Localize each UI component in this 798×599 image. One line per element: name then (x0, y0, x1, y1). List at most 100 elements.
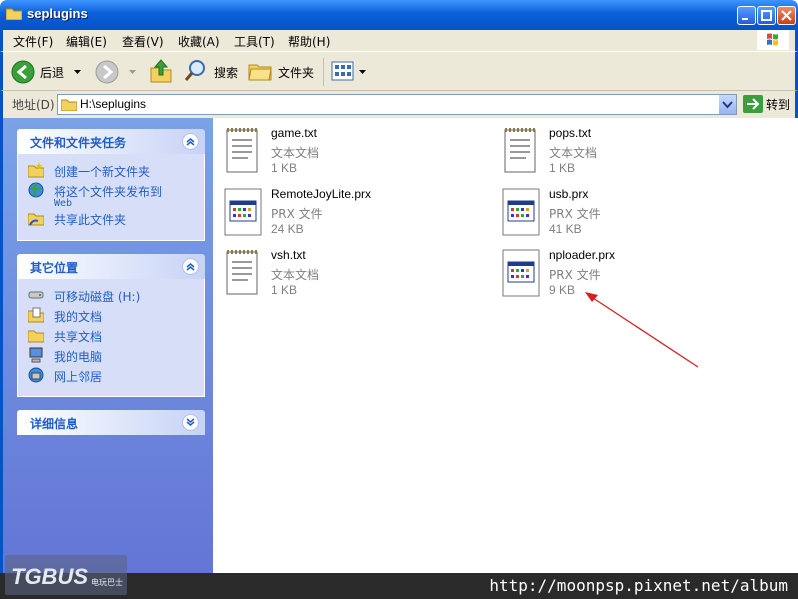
place-removable-disk[interactable]: 可移动磁盘 (H:) (18, 285, 204, 305)
details-panel-title: 详细信息 (30, 417, 79, 431)
go-label[interactable]: 转到 (766, 96, 790, 113)
file-name: vsh.txt (271, 248, 306, 262)
file-name: game.txt (271, 126, 318, 140)
tgbus-logo: TGBUS 电玩巴士 (5, 555, 127, 595)
file-item[interactable]: pops.txt 文本文档 1 KB (501, 126, 771, 182)
places-panel-header[interactable]: 其它位置 (17, 254, 205, 279)
place-label: 共享文档 (54, 330, 103, 344)
forward-button[interactable] (95, 58, 137, 86)
back-button[interactable]: 后退 (11, 58, 81, 86)
file-type: PRX 文件 (549, 207, 601, 221)
file-name: usb.prx (549, 187, 589, 201)
file-name: RemoteJoyLite.prx (271, 187, 372, 201)
file-type: PRX 文件 (271, 207, 323, 221)
expand-chevron-icon[interactable] (182, 414, 199, 431)
place-shared-documents[interactable]: 共享文档 (18, 325, 204, 345)
globe-icon (28, 182, 44, 198)
watermark-url: http://moonpsp.pixnet.net/album (489, 576, 788, 595)
folder-icon (61, 99, 77, 111)
window-title: seplugins (27, 6, 88, 21)
tasks-panel-title: 文件和文件夹任务 (30, 136, 127, 150)
file-size: 1 KB (549, 161, 576, 175)
back-arrow-icon (11, 60, 35, 84)
chevron-down-icon (722, 101, 733, 109)
address-bar: 地址(D) H:\seplugins 转到 (0, 91, 798, 118)
place-label: 我的电脑 (54, 350, 103, 364)
menu-bar: 文件(F) 编辑(E) 查看(V) 收藏(A) 工具(T) 帮助(H) (0, 30, 798, 51)
menu-file[interactable]: 文件(F) (13, 33, 53, 50)
file-item[interactable]: vsh.txt 文本文档 1 KB (223, 248, 493, 304)
file-name: nploader.prx (549, 248, 616, 262)
share-folder-icon (28, 213, 44, 226)
file-item[interactable]: RemoteJoyLite.prx PRX 文件 24 KB (223, 187, 493, 243)
details-panel: 详细信息 (17, 410, 205, 435)
logo-text: TGBUS (11, 564, 88, 589)
chevron-down-icon[interactable] (129, 70, 137, 76)
my-computer-icon (29, 347, 43, 363)
forward-arrow-icon (95, 60, 119, 84)
file-name: pops.txt (549, 126, 592, 140)
views-icon (331, 61, 354, 81)
up-folder-icon (150, 59, 172, 83)
collapse-chevron-icon[interactable] (182, 133, 199, 150)
tasks-panel: 文件和文件夹任务 创建一个新文件夹 将这个文件夹发布到 Web 共享此文件夹 (17, 129, 205, 241)
folders-button[interactable]: 文件夹 (247, 58, 319, 86)
place-label: 网上邻居 (54, 370, 103, 384)
file-size: 41 KB (549, 222, 582, 236)
task-publish-web[interactable]: 将这个文件夹发布到 Web (18, 180, 204, 209)
file-size: 1 KB (271, 283, 298, 297)
menu-tools[interactable]: 工具(T) (234, 33, 275, 50)
prx-file-icon (502, 249, 540, 297)
place-my-documents[interactable]: 我的文档 (18, 305, 204, 325)
tasks-panel-header[interactable]: 文件和文件夹任务 (17, 129, 205, 154)
chevron-down-icon[interactable] (359, 70, 367, 76)
up-folder-button[interactable] (149, 58, 173, 86)
details-panel-header[interactable]: 详细信息 (17, 410, 205, 435)
menu-view[interactable]: 查看(V) (122, 33, 164, 50)
text-file-icon (226, 250, 258, 295)
file-type: 文本文档 (271, 268, 320, 282)
maximize-icon (761, 10, 772, 21)
task-label: 创建一个新文件夹 (54, 165, 151, 179)
task-share-folder[interactable]: 共享此文件夹 (18, 208, 204, 228)
toolbar-separator (323, 58, 324, 86)
task-label: 共享此文件夹 (54, 213, 127, 227)
go-button[interactable] (743, 95, 763, 113)
file-type: PRX 文件 (549, 268, 601, 282)
address-label: 地址(D) (12, 98, 55, 112)
prx-file-icon (224, 188, 262, 236)
search-label: 搜索 (214, 66, 239, 80)
file-size: 24 KB (271, 222, 304, 236)
text-file-icon (504, 128, 536, 173)
collapse-chevron-icon[interactable] (182, 258, 199, 275)
logo-subtext: 电玩巴士 (91, 578, 123, 587)
address-input[interactable]: H:\seplugins (57, 94, 737, 115)
go-arrow-icon (747, 98, 760, 110)
views-button[interactable] (331, 58, 369, 86)
menu-edit[interactable]: 编辑(E) (66, 33, 107, 50)
place-my-computer[interactable]: 我的电脑 (18, 345, 204, 365)
chevron-down-icon[interactable] (74, 70, 82, 76)
file-type: 文本文档 (271, 146, 320, 160)
menu-favorites[interactable]: 收藏(A) (178, 33, 220, 50)
minimize-button[interactable] (737, 6, 756, 25)
places-panel-title: 其它位置 (30, 261, 79, 275)
place-network[interactable]: 网上邻居 (18, 365, 204, 385)
removable-disk-icon (28, 291, 44, 299)
address-value: H:\seplugins (80, 97, 147, 111)
toolbar: 后退 搜索 文件夹 (0, 51, 798, 91)
close-button[interactable] (777, 6, 796, 25)
file-item[interactable]: game.txt 文本文档 1 KB (223, 126, 493, 182)
new-folder-icon (28, 162, 44, 178)
menu-help[interactable]: 帮助(H) (288, 33, 330, 50)
folders-label: 文件夹 (278, 66, 315, 80)
search-button[interactable]: 搜索 (183, 58, 245, 86)
file-size: 1 KB (271, 161, 298, 175)
prx-file-icon (502, 188, 540, 236)
address-dropdown-button[interactable] (719, 95, 736, 114)
file-item[interactable]: usb.prx PRX 文件 41 KB (501, 187, 771, 243)
task-new-folder[interactable]: 创建一个新文件夹 (18, 160, 204, 180)
shared-folder-icon (28, 330, 44, 343)
maximize-button[interactable] (757, 6, 776, 25)
close-icon (781, 10, 792, 21)
